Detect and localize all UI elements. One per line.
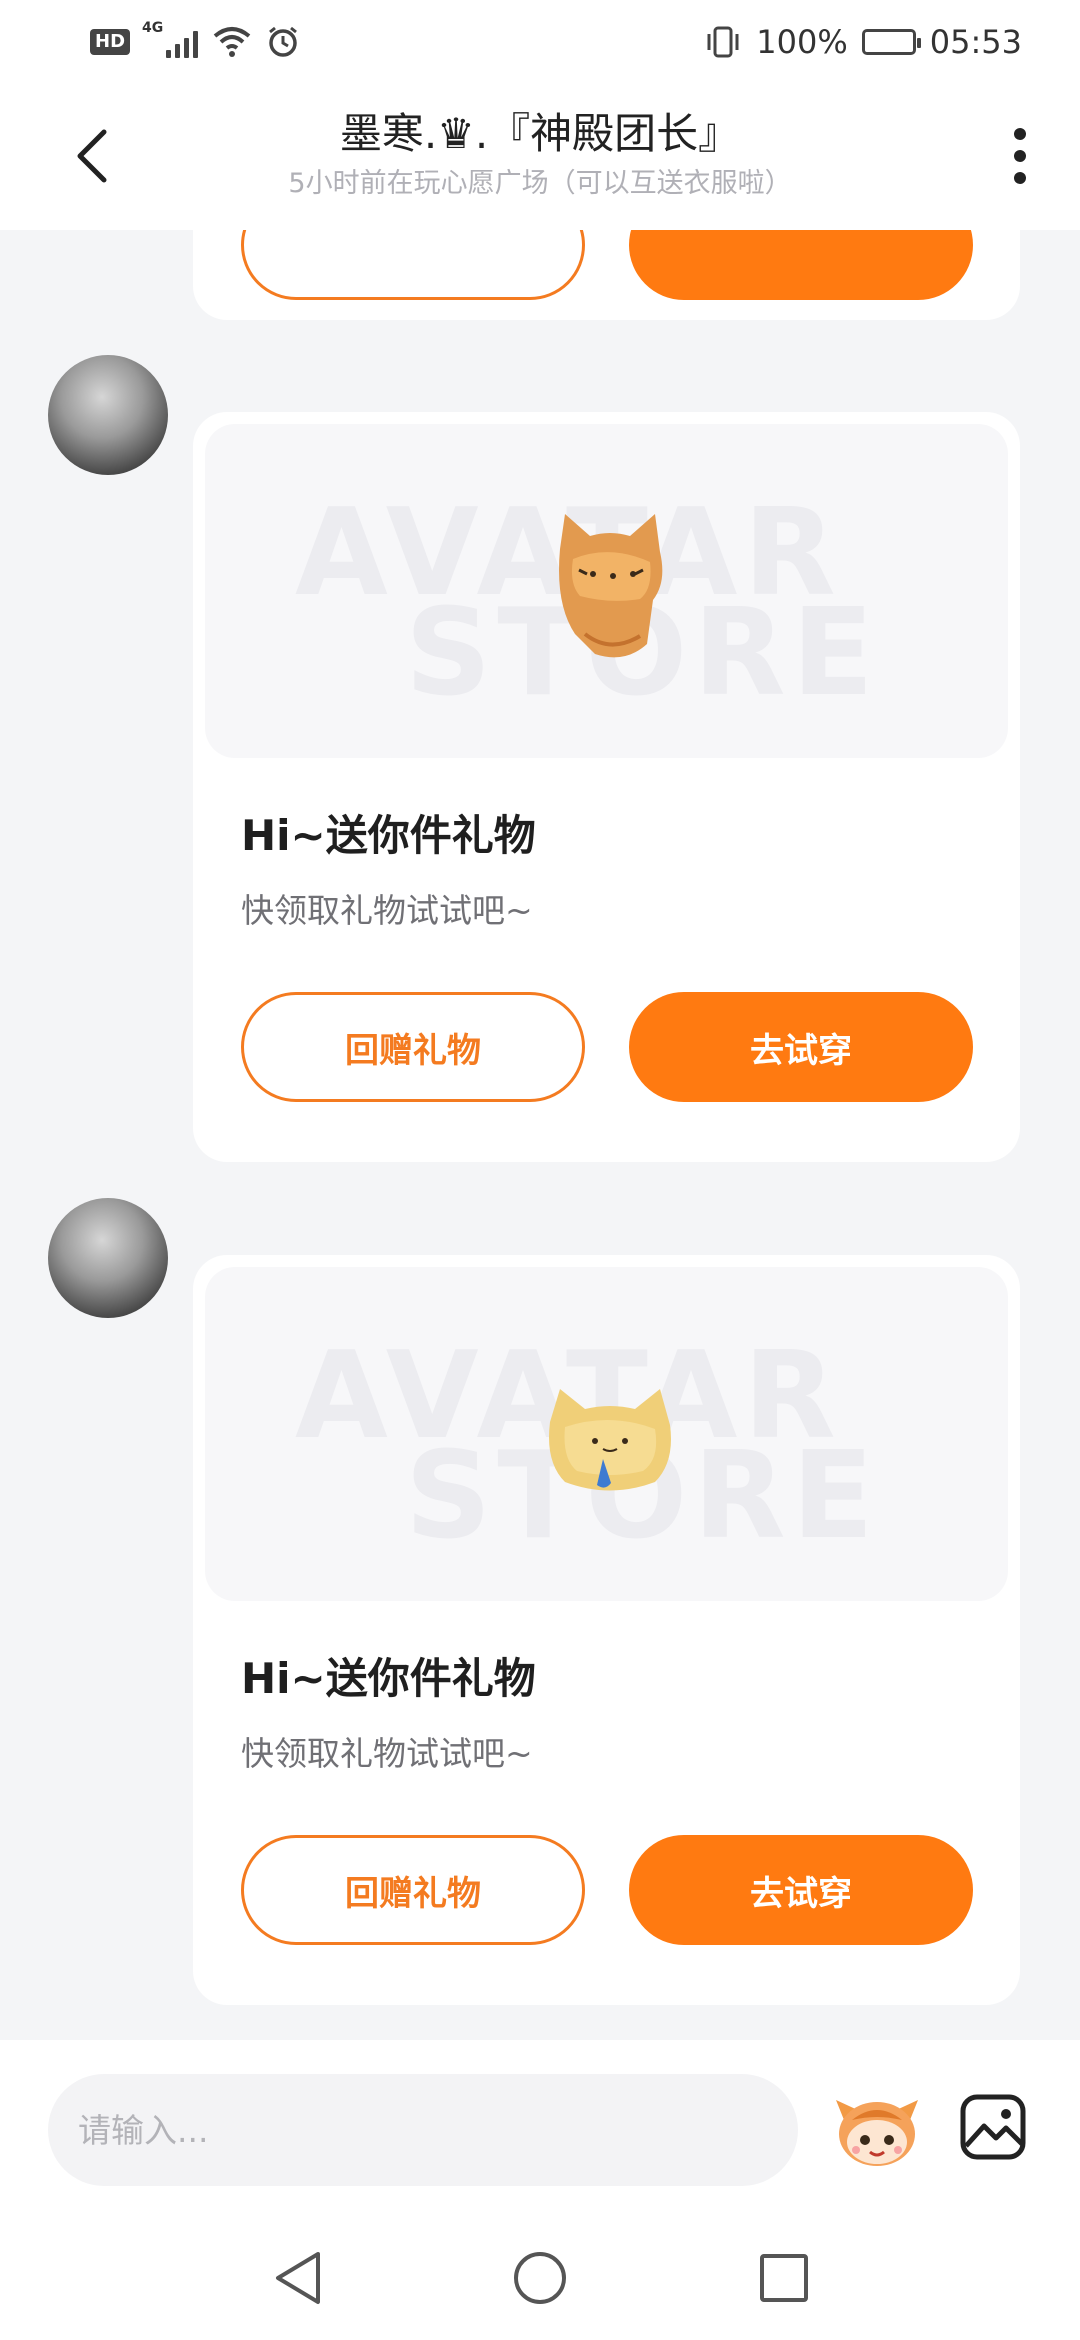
message-input[interactable] <box>48 2074 798 2186</box>
battery-icon <box>861 29 921 55</box>
chat-header: 墨寒.♛.『神殿团长』 5小时前在玩心愿广场（可以互送衣服啦） <box>0 84 1080 230</box>
chat-list[interactable]: AVATAR STORE Hi~送你件礼物 快领取礼物试试吧~ 回赠礼物 去试穿… <box>0 230 1080 2040</box>
image-picker-button[interactable] <box>958 2092 1028 2162</box>
message-input-bar <box>0 2040 1080 2220</box>
gift-card-previous <box>193 230 1020 320</box>
contact-status: 5小时前在玩心愿广场（可以互送衣服啦） <box>288 168 792 199</box>
card-subtitle: 快领取礼物试试吧~ <box>241 891 533 930</box>
hd-badge: HD <box>90 29 131 55</box>
try-on-button[interactable]: 去试穿 <box>629 1835 973 1945</box>
system-nav-bar <box>0 2220 1080 2340</box>
gift-card: AVATAR STORE Hi~送你件礼物 快领取礼物试试吧~ 回赠礼物 去试穿 <box>193 412 1020 1162</box>
vibrate-icon <box>707 26 739 58</box>
wifi-icon <box>213 27 251 57</box>
gift-preview[interactable]: AVATAR STORE <box>205 1267 1008 1601</box>
signal-icon: 4G <box>142 20 199 58</box>
more-vertical-icon <box>1014 128 1026 184</box>
cat-toast-item-icon <box>559 514 663 658</box>
network-type: 4G <box>142 20 164 36</box>
try-on-button[interactable] <box>629 230 973 300</box>
nav-recent-button[interactable] <box>756 2250 812 2306</box>
chevron-left-icon <box>77 129 107 183</box>
clock: 05:53 <box>929 23 1022 61</box>
alarm-icon <box>269 26 297 57</box>
status-bar-left: HD 4G <box>90 20 300 59</box>
gift-preview[interactable]: AVATAR STORE <box>205 424 1008 758</box>
return-gift-button[interactable]: 回赠礼物 <box>241 1835 585 1945</box>
sticker-mascot-button[interactable] <box>832 2090 922 2170</box>
cat-toast-item-icon <box>549 1389 671 1491</box>
try-on-button[interactable]: 去试穿 <box>629 992 973 1102</box>
sender-avatar[interactable] <box>48 355 168 475</box>
status-bar-right: 100% 05:53 <box>704 23 1022 61</box>
status-bar: HD 4G 100% 05:53 <box>0 0 1080 84</box>
contact-name: 墨寒.♛.『神殿团长』 <box>339 109 741 158</box>
nav-home-button[interactable] <box>510 2248 570 2308</box>
header-title-block: 墨寒.♛.『神殿团长』 5小时前在玩心愿广场（可以互送衣服啦） <box>180 106 900 204</box>
back-button[interactable] <box>62 126 122 186</box>
return-gift-button[interactable]: 回赠礼物 <box>241 992 585 1102</box>
return-gift-button[interactable] <box>241 230 585 300</box>
card-title: Hi~送你件礼物 <box>241 1654 536 1703</box>
nav-back-button[interactable] <box>270 2248 326 2308</box>
card-title: Hi~送你件礼物 <box>241 811 536 860</box>
card-subtitle: 快领取礼物试试吧~ <box>241 1734 533 1773</box>
battery-percent: 100% <box>756 23 848 61</box>
sender-avatar[interactable] <box>48 1198 168 1318</box>
more-options-button[interactable] <box>990 120 1050 192</box>
gift-card: AVATAR STORE Hi~送你件礼物 快领取礼物试试吧~ 回赠礼物 去试穿 <box>193 1255 1020 2005</box>
